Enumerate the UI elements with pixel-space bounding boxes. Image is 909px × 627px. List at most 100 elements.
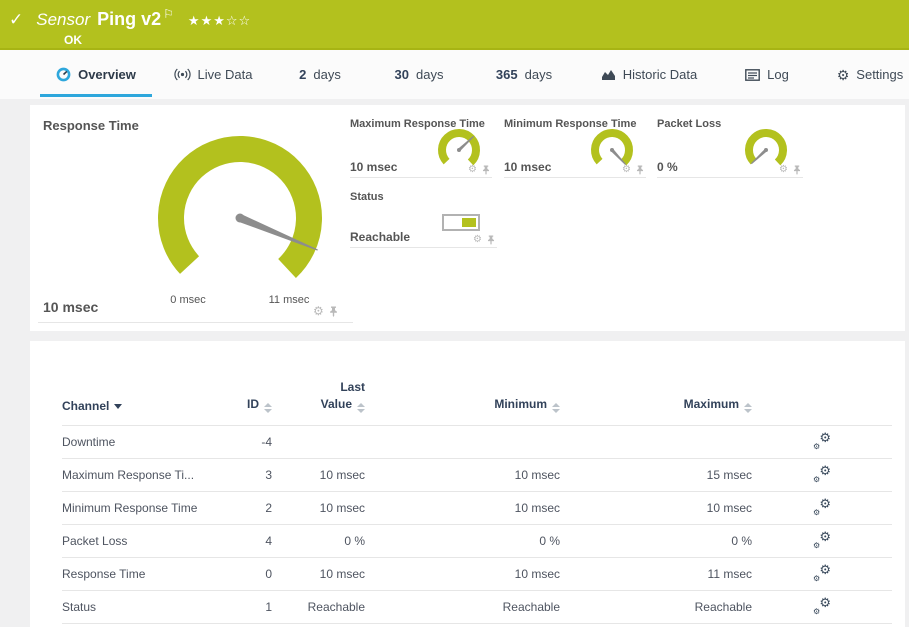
tab-365-days-number: 365 [496, 67, 518, 82]
column-header-channel[interactable]: Channel [62, 341, 230, 425]
packet-loss-panel: Packet Loss 0 % ⚙ [657, 117, 803, 178]
pin-icon[interactable] [793, 165, 801, 175]
channel-name-cell[interactable]: Packet Loss [62, 524, 230, 557]
gear-icon[interactable]: ⚙ [622, 165, 631, 175]
response-time-title: Response Time [43, 118, 139, 133]
column-header-minimum[interactable]: Minimum [365, 341, 560, 425]
channel-settings-icon[interactable]: ⚙⚙ [812, 465, 832, 482]
pin-icon[interactable] [487, 235, 495, 245]
tab-365-days-label: days [525, 67, 552, 82]
channel-name-cell[interactable]: Response Time [62, 557, 230, 590]
tab-historic-data[interactable]: Historic Data [598, 50, 700, 99]
channel-last-value-cell: 10 msec [272, 491, 365, 524]
gear-icon: ⚙ [819, 595, 831, 611]
channels-table: Channel ID Last Value Minimum Maximum Do… [62, 341, 892, 624]
tab-log[interactable]: Log [744, 50, 790, 99]
gear-icon: ⚙ [819, 496, 831, 512]
channel-last-value-cell: Reachable [272, 590, 365, 623]
status-toggle-on [462, 218, 476, 227]
column-header-last-value[interactable]: Last Value [272, 341, 365, 425]
star-rating[interactable]: ★★★☆☆ [188, 13, 251, 29]
table-header-row: Channel ID Last Value Minimum Maximum [62, 341, 892, 425]
channel-id-cell: 0 [230, 557, 272, 590]
tab-bar: Overview Live Data 2days 30days 365days … [0, 50, 909, 99]
tab-2-days-label: days [313, 67, 340, 82]
live-signal-icon [174, 68, 191, 81]
channel-minimum-cell: 0 % [365, 524, 560, 557]
min-response-time-value: 10 msec [504, 160, 551, 174]
gear-icon: ⚙ [813, 475, 820, 484]
gear-icon: ⚙ [813, 541, 820, 550]
channel-settings-icon[interactable]: ⚙⚙ [812, 531, 832, 548]
gear-icon[interactable]: ⚙ [313, 305, 324, 317]
channel-row[interactable]: Maximum Response Ti... 3 10 msec 10 msec… [62, 458, 892, 491]
priority-flag-icon[interactable]: ⚐ [163, 7, 174, 21]
channel-last-value-cell: 10 msec [272, 557, 365, 590]
channel-row[interactable]: Minimum Response Time 2 10 msec 10 msec … [62, 491, 892, 524]
response-time-gauge [150, 128, 330, 308]
channel-name-cell[interactable]: Downtime [62, 425, 230, 458]
gear-icon[interactable]: ⚙ [473, 235, 482, 245]
packet-loss-value: 0 % [657, 160, 678, 174]
channel-settings-icon[interactable]: ⚙⚙ [812, 597, 832, 614]
column-header-maximum-label: Maximum [684, 397, 739, 411]
tab-settings[interactable]: ⚙ Settings [838, 50, 902, 99]
channel-minimum-cell: 10 msec [365, 491, 560, 524]
gear-icon: ⚙ [819, 463, 831, 479]
column-header-id[interactable]: ID [230, 341, 272, 425]
pin-icon[interactable] [482, 165, 490, 175]
gear-icon[interactable]: ⚙ [779, 165, 788, 175]
log-list-icon [745, 69, 760, 81]
tab-live-data-label: Live Data [198, 67, 253, 82]
tab-2-days[interactable]: 2days [295, 50, 345, 99]
channel-id-cell: -4 [230, 425, 272, 458]
channel-maximum-cell: 0 % [560, 524, 752, 557]
sensor-name: Ping v2 [97, 9, 161, 29]
channel-minimum-cell: Reachable [365, 590, 560, 623]
gear-icon: ⚙ [819, 529, 831, 545]
channel-row[interactable]: Downtime -4 ⚙⚙ [62, 425, 892, 458]
channel-minimum-cell: 10 msec [365, 458, 560, 491]
channel-last-value-cell: 10 msec [272, 458, 365, 491]
column-header-maximum[interactable]: Maximum [560, 341, 752, 425]
gauge-max-label: 11 msec [257, 294, 321, 306]
channel-row[interactable]: Status 1 Reachable Reachable Reachable ⚙… [62, 590, 892, 623]
page-title: Ping v2⚐ [97, 7, 174, 30]
tab-overview[interactable]: Overview [40, 50, 152, 99]
tab-30-days-number: 30 [395, 67, 409, 82]
channel-settings-icon[interactable]: ⚙⚙ [812, 564, 832, 581]
channel-name-cell[interactable]: Maximum Response Ti... [62, 458, 230, 491]
status-title: Status [350, 190, 497, 203]
max-response-time-panel: Maximum Response Time 10 msec ⚙ [350, 117, 492, 178]
gear-icon: ⚙ [819, 562, 831, 578]
channel-settings-icon[interactable]: ⚙⚙ [812, 432, 832, 449]
channel-name-cell[interactable]: Minimum Response Time [62, 491, 230, 524]
area-chart-icon [601, 68, 616, 81]
gauge-tools: ⚙ [468, 165, 490, 175]
channel-row[interactable]: Packet Loss 4 0 % 0 % 0 % ⚙⚙ [62, 524, 892, 557]
table-body: Downtime -4 ⚙⚙ Maximum Response Ti... 3 … [62, 425, 892, 623]
channel-minimum-cell [365, 425, 560, 458]
gear-icon: ⚙ [837, 68, 850, 82]
max-response-time-value: 10 msec [350, 160, 397, 174]
sort-desc-icon [114, 404, 122, 409]
pin-icon[interactable] [636, 165, 644, 175]
response-time-value: 10 msec [43, 299, 98, 315]
gauge-tools: ⚙ [779, 165, 801, 175]
pin-icon[interactable] [329, 306, 338, 317]
tab-365-days[interactable]: 365 days [490, 50, 558, 99]
channel-last-value-cell: 0 % [272, 524, 365, 557]
tab-live-data[interactable]: Live Data [168, 50, 258, 99]
tab-settings-label: Settings [856, 67, 903, 82]
gear-icon: ⚙ [813, 574, 820, 583]
channel-name-cell[interactable]: Status [62, 590, 230, 623]
gauge-min-label: 0 msec [156, 294, 220, 306]
tab-historic-data-label: Historic Data [623, 67, 697, 82]
channel-id-cell: 3 [230, 458, 272, 491]
gear-icon[interactable]: ⚙ [468, 165, 477, 175]
channel-maximum-cell [560, 425, 752, 458]
tab-30-days[interactable]: 30days [390, 50, 448, 99]
gauge-tools: ⚙ [313, 305, 338, 317]
channel-settings-icon[interactable]: ⚙⚙ [812, 498, 832, 515]
channel-row[interactable]: Response Time 0 10 msec 10 msec 11 msec … [62, 557, 892, 590]
